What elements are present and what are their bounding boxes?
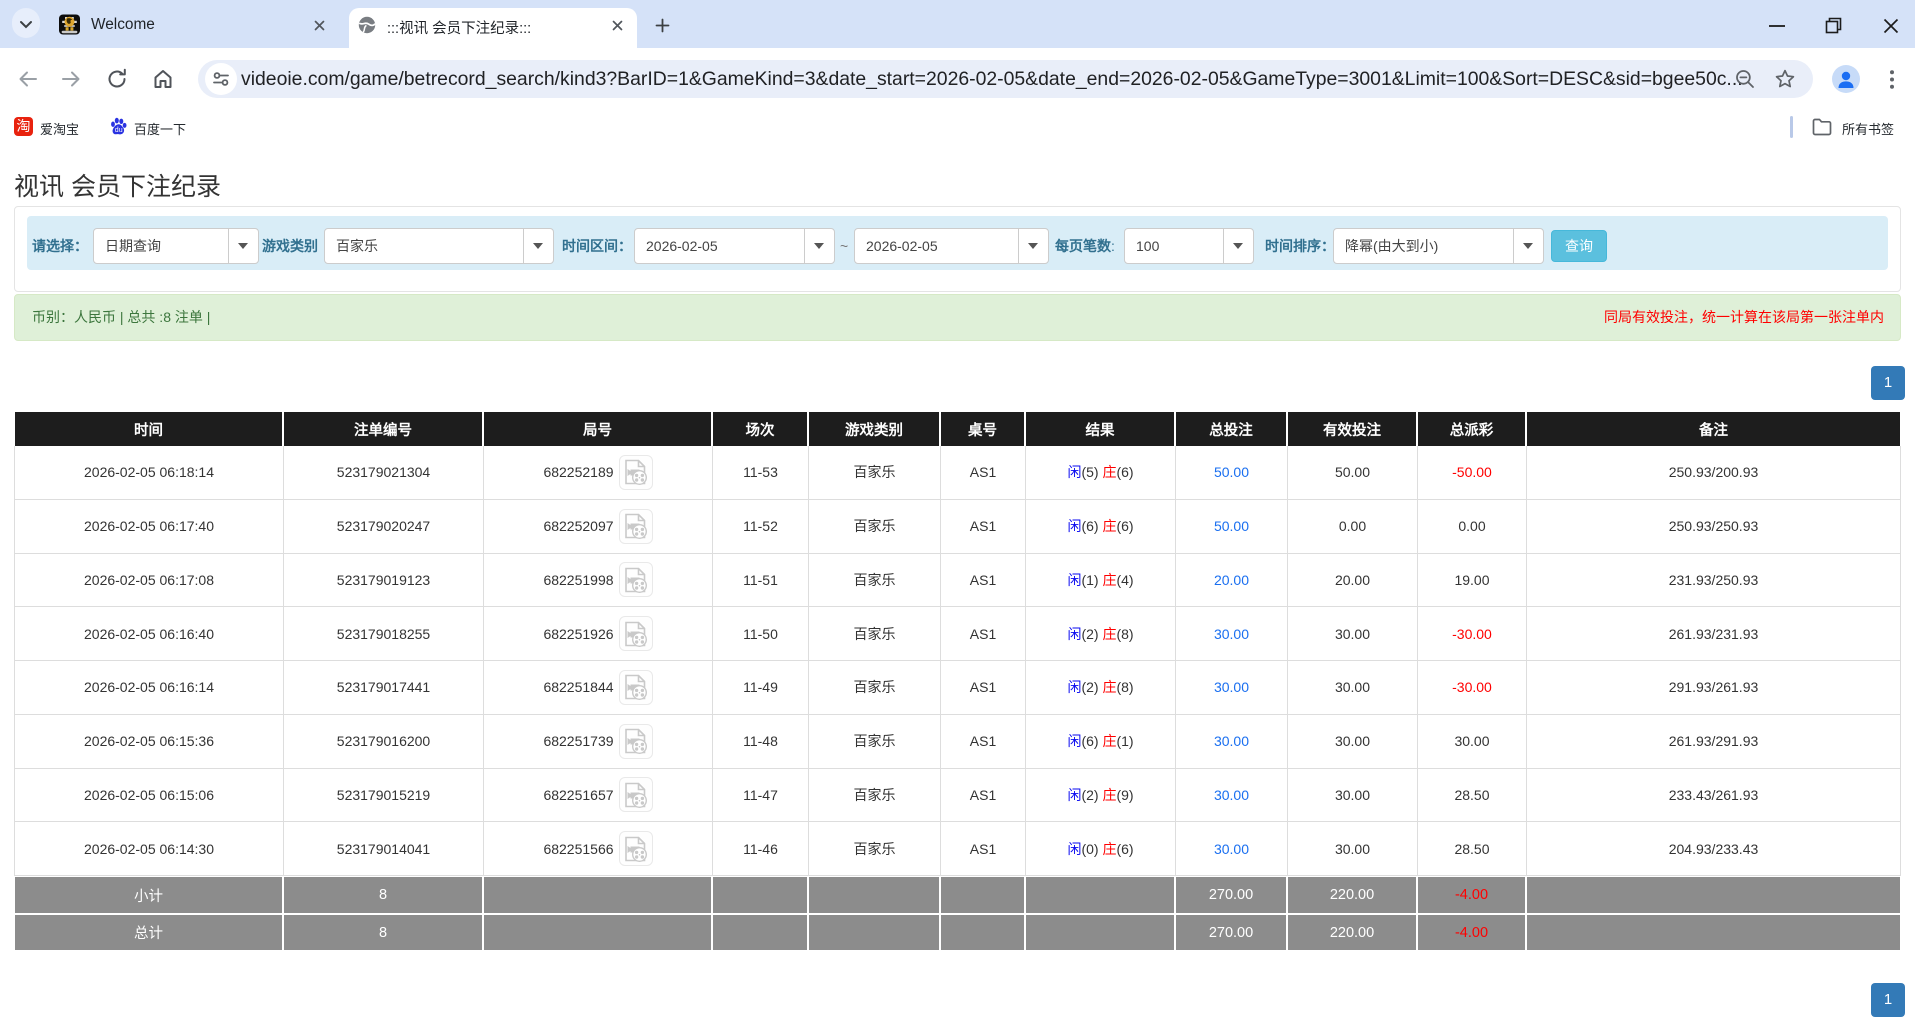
svg-text:du: du [115,127,123,134]
